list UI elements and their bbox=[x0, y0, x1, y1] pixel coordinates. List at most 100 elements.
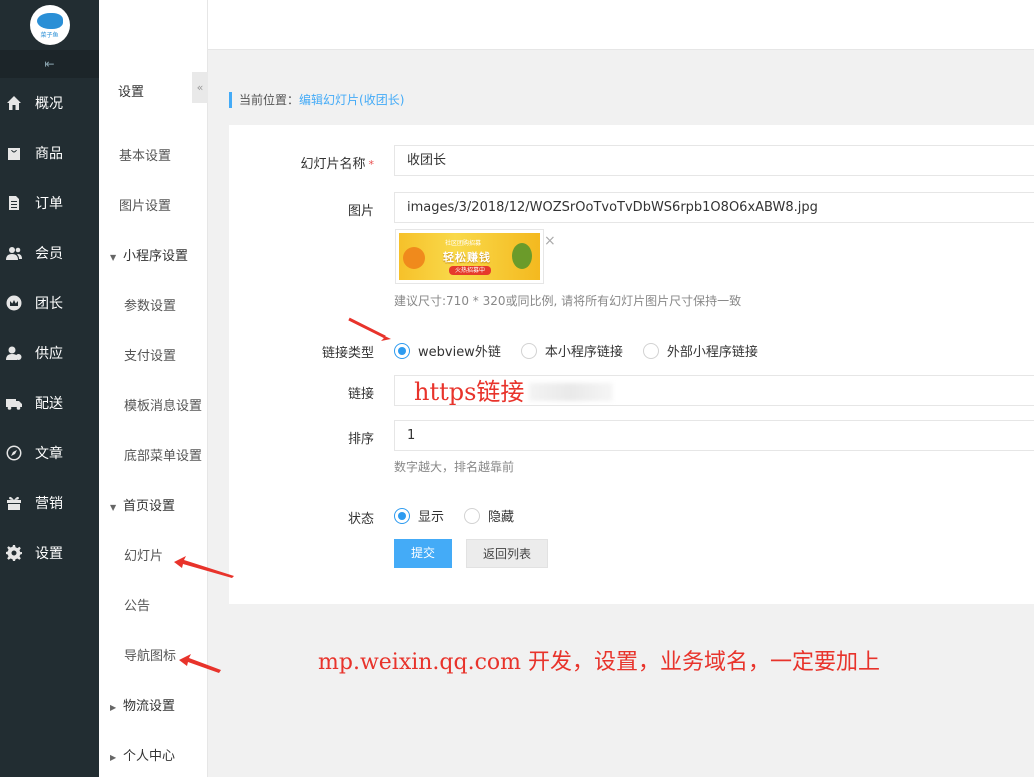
submenu-item-payment[interactable]: 支付设置 bbox=[99, 345, 207, 364]
top-bar bbox=[99, 0, 1034, 50]
blurred-url bbox=[529, 383, 613, 401]
sort-input[interactable]: 1 bbox=[394, 420, 1034, 451]
collapse-nav-button[interactable]: ⇤ bbox=[0, 50, 99, 78]
link-annotation: https链接 bbox=[414, 378, 525, 406]
nav-item-delivery[interactable]: 配送 bbox=[0, 378, 99, 428]
submenu-item-params[interactable]: 参数设置 bbox=[99, 295, 207, 314]
nav-label: 商品 bbox=[35, 146, 63, 162]
banner-small-text: 社区团购招募 bbox=[445, 240, 482, 247]
image-label: 图片 bbox=[347, 204, 374, 219]
radio-unchecked-icon bbox=[464, 507, 481, 524]
submenu-label: 支付设置 bbox=[124, 349, 177, 364]
status-label: 状态 bbox=[347, 512, 374, 527]
submenu-label: 模板消息设置 bbox=[124, 399, 203, 414]
gift-icon bbox=[6, 495, 22, 511]
home-icon bbox=[6, 95, 22, 111]
submenu-item-notice[interactable]: 公告 bbox=[99, 595, 207, 614]
nav-item-supply[interactable]: 供应 bbox=[0, 328, 99, 378]
supplier-icon bbox=[6, 345, 22, 361]
compass-icon bbox=[6, 445, 22, 461]
radio-hide[interactable]: 隐藏 bbox=[464, 506, 514, 525]
submenu-label: 底部菜单设置 bbox=[124, 449, 203, 464]
radio-external-miniprogram[interactable]: 外部小程序链接 bbox=[642, 341, 758, 360]
nav-label: 文章 bbox=[35, 446, 63, 462]
nav-label: 营销 bbox=[35, 496, 63, 512]
radio-label: 本小程序链接 bbox=[544, 345, 623, 360]
nav-item-overview[interactable]: 概况 bbox=[0, 78, 99, 128]
domain-annotation: mp.weixin.qq.com 开发，设置，业务域名，一定要加上 bbox=[318, 650, 881, 675]
slide-name-input[interactable]: 收团长 bbox=[394, 145, 1034, 176]
logo[interactable]: 菜子鱼 bbox=[29, 5, 70, 45]
back-to-list-button[interactable]: 返回列表 bbox=[466, 539, 548, 568]
double-chevron-left-icon: « bbox=[196, 81, 204, 94]
submenu-label: 小程序设置 bbox=[123, 249, 189, 264]
image-path-input[interactable]: images/3/2018/12/WOZSrOoTvoTvDbWS6rpb1O8… bbox=[394, 192, 1034, 223]
nav-item-leaders[interactable]: 团长 bbox=[0, 278, 99, 328]
document-icon bbox=[6, 195, 22, 211]
users-icon bbox=[6, 245, 22, 261]
nav-item-settings[interactable]: 设置 bbox=[0, 528, 99, 578]
name-label: 幻灯片名称 * bbox=[229, 153, 374, 172]
submenu-label: 个人中心 bbox=[123, 749, 176, 764]
banner-image: 社区团购招募 轻松赚钱 火热招募中 bbox=[399, 233, 540, 280]
submenu-group-profile[interactable]: ▶ 个人中心 bbox=[99, 745, 207, 764]
nav-label: 供应 bbox=[35, 346, 63, 362]
sort-help-text: 数字越大，排名越靠前 bbox=[394, 460, 515, 474]
nav-label: 配送 bbox=[35, 396, 63, 412]
nav-item-articles[interactable]: 文章 bbox=[0, 428, 99, 478]
required-mark: * bbox=[368, 158, 375, 171]
submenu-item-basic[interactable]: 基本设置 bbox=[99, 145, 207, 164]
breadcrumb-prefix: 当前位置： bbox=[239, 93, 300, 107]
submenu-item-bottom-menu[interactable]: 底部菜单设置 bbox=[99, 445, 207, 464]
arrow-to-link-type-icon bbox=[348, 317, 391, 341]
status-group: 显示 隐藏 bbox=[394, 506, 534, 525]
submenu-label: 幻灯片 bbox=[124, 549, 164, 564]
radio-unchecked-icon bbox=[520, 342, 537, 359]
nav-label: 团长 bbox=[35, 296, 63, 312]
remove-image-icon[interactable]: × bbox=[544, 233, 556, 249]
nav-label: 概况 bbox=[35, 96, 63, 112]
nav-label: 会员 bbox=[35, 246, 63, 262]
breadcrumb: 当前位置：编辑幻灯片(收团长) bbox=[229, 92, 404, 108]
image-help-text: 建议尺寸:710 * 320或同比例, 请将所有幻灯片图片尺寸保持一致 bbox=[394, 294, 742, 308]
avocado-graphic bbox=[512, 243, 532, 269]
logo-area: 菜子鱼 bbox=[0, 0, 99, 50]
submenu-group-homepage[interactable]: ▼ 首页设置 bbox=[99, 495, 207, 514]
submenu-group-logistics[interactable]: ▶ 物流设置 bbox=[99, 695, 207, 714]
submit-button[interactable]: 提交 bbox=[394, 539, 452, 568]
submenu-item-image[interactable]: 图片设置 bbox=[99, 195, 207, 214]
radio-webview[interactable]: webview外链 bbox=[394, 341, 501, 360]
submenu-collapse-button[interactable]: « bbox=[192, 72, 208, 103]
radio-checked-icon bbox=[394, 507, 410, 524]
banner-caption: 轻松赚钱 bbox=[443, 251, 491, 264]
arrow-to-nav-icons-icon bbox=[179, 654, 221, 673]
radio-label: webview外链 bbox=[418, 345, 501, 360]
submenu-label: 参数设置 bbox=[124, 299, 177, 314]
caret-right-icon: ▶ bbox=[110, 703, 117, 712]
nav-label: 设置 bbox=[35, 546, 63, 562]
caret-right-icon: ▶ bbox=[110, 753, 117, 762]
image-thumbnail[interactable]: 社区团购招募 轻松赚钱 火热招募中 bbox=[395, 229, 544, 284]
bag-icon bbox=[6, 145, 22, 161]
radio-label: 外部小程序链接 bbox=[666, 345, 758, 360]
caret-down-icon: ▼ bbox=[110, 503, 117, 512]
sort-label: 排序 bbox=[347, 432, 374, 447]
nav-item-goods[interactable]: 商品 bbox=[0, 128, 99, 178]
nav-item-marketing[interactable]: 营销 bbox=[0, 478, 99, 528]
collapse-left-icon: ⇤ bbox=[44, 57, 55, 71]
radio-miniprogram[interactable]: 本小程序链接 bbox=[520, 341, 623, 360]
radio-show[interactable]: 显示 bbox=[394, 506, 444, 525]
submenu-label: 图片设置 bbox=[119, 199, 172, 214]
nav-item-members[interactable]: 会员 bbox=[0, 228, 99, 278]
submenu-label: 公告 bbox=[124, 599, 151, 614]
breadcrumb-current[interactable]: 编辑幻灯片(收团长) bbox=[299, 93, 404, 107]
submenu-label: 物流设置 bbox=[123, 699, 176, 714]
nav-label: 订单 bbox=[35, 196, 63, 212]
submenu-item-template-msg[interactable]: 模板消息设置 bbox=[99, 395, 207, 414]
nav-item-orders[interactable]: 订单 bbox=[0, 178, 99, 228]
link-label: 链接 bbox=[347, 387, 374, 402]
orange-graphic bbox=[403, 247, 425, 269]
fish-logo-icon bbox=[36, 13, 63, 29]
radio-label: 显示 bbox=[418, 510, 445, 525]
submenu-group-miniprogram[interactable]: ▼ 小程序设置 bbox=[99, 245, 207, 264]
